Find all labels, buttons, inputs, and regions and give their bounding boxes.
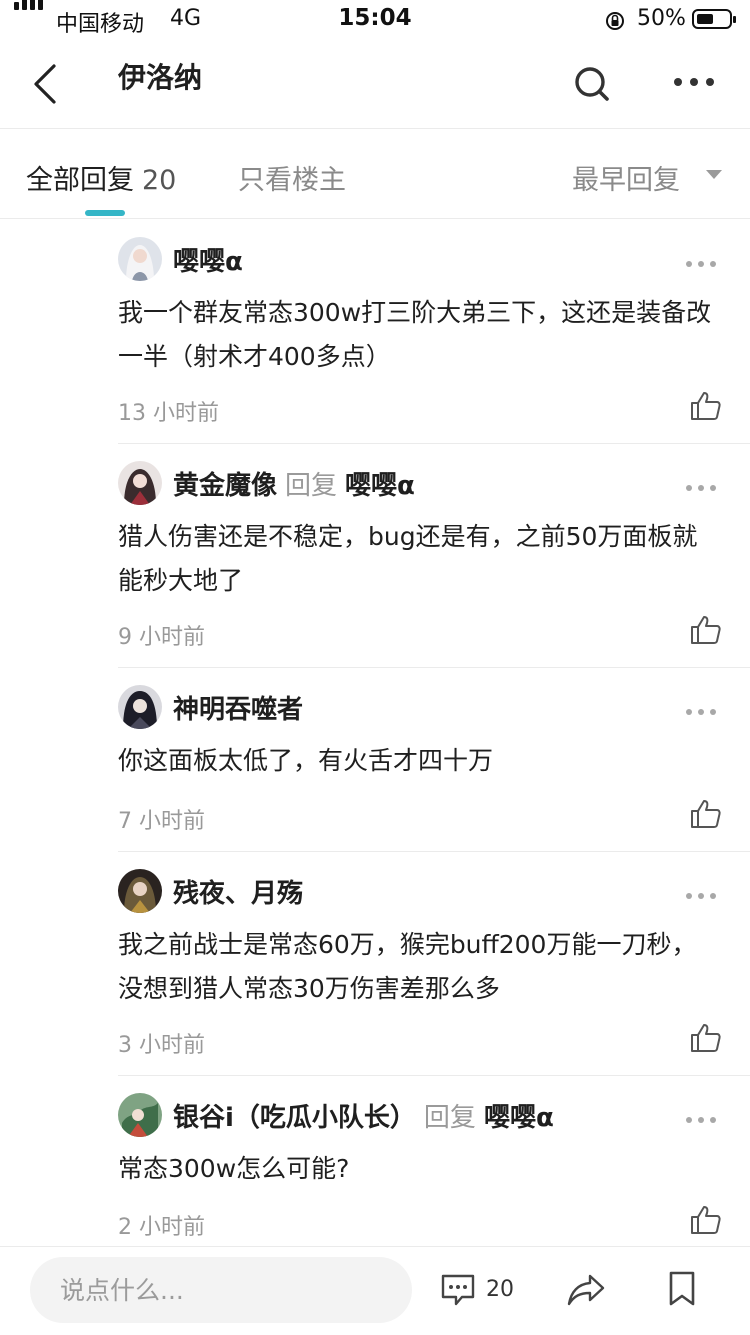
battery-percent: 50% <box>637 6 686 31</box>
more-options-icon[interactable] <box>686 709 716 717</box>
tab-all-label: 全部回复 <box>26 165 134 196</box>
reply-item: 黄金魔像 回复 嘤嘤α 猎人伤害还是不稳定，bug还是有，之前50万面板就能秒大地了… <box>0 443 750 667</box>
thumbs-up-icon[interactable] <box>690 615 722 645</box>
filter-tabs: 全部回复 20 只看楼主 最早回复 <box>0 128 750 219</box>
share-icon[interactable] <box>566 1273 606 1307</box>
search-icon[interactable] <box>572 62 612 106</box>
tab-all-replies[interactable]: 全部回复 20 <box>26 158 176 197</box>
bookmark-icon[interactable] <box>668 1271 696 1307</box>
avatar[interactable] <box>118 461 162 505</box>
username[interactable]: 黄金魔像 回复 嘤嘤α <box>173 465 415 502</box>
comment-icon[interactable] <box>440 1273 476 1307</box>
more-options-icon[interactable] <box>686 893 716 901</box>
divider <box>118 851 750 852</box>
reply-time: 2 小时前 <box>118 1215 205 1240</box>
avatar[interactable] <box>118 685 162 729</box>
tab-active-indicator <box>85 210 125 216</box>
reply-time: 13 小时前 <box>118 401 219 426</box>
orientation-lock-icon <box>606 12 624 30</box>
reply-content: 常态300w怎么可能? <box>118 1154 350 1183</box>
reply-content: 猎人伤害还是不稳定，bug还是有，之前50万面板就能秒大地了 <box>118 522 698 595</box>
more-icon[interactable] <box>672 68 716 96</box>
reply-content: 你这面板太低了，有火舌才四十万 <box>118 746 494 775</box>
divider <box>118 443 750 444</box>
reply-time: 3 小时前 <box>118 1033 205 1058</box>
page-title: 伊洛纳 <box>118 61 203 94</box>
more-options-icon[interactable] <box>686 261 716 269</box>
more-options-icon[interactable] <box>686 1117 716 1125</box>
thumbs-up-icon[interactable] <box>690 1205 722 1235</box>
username[interactable]: 残夜、月殇 <box>173 873 303 910</box>
avatar[interactable] <box>118 869 162 913</box>
reply-target[interactable]: 嘤嘤α <box>345 471 415 501</box>
reply-target[interactable]: 嘤嘤α <box>484 1103 554 1133</box>
reply-item: 银谷i（吃瓜小队长） 回复 嘤嘤α 常态300w怎么可能? 2 小时前 <box>0 1075 750 1246</box>
more-options-icon[interactable] <box>686 485 716 493</box>
tab-op-only[interactable]: 只看楼主 <box>238 158 346 197</box>
username[interactable]: 神明吞噬者 <box>173 689 303 726</box>
avatar[interactable] <box>118 1093 162 1137</box>
divider <box>118 1075 750 1076</box>
tab-all-count: 20 <box>142 165 177 196</box>
nav-header: 伊洛纳 <box>0 40 750 129</box>
divider <box>118 667 750 668</box>
reply-content: 我一个群友常态300w打三阶大弟三下，这还是装备改一半（射术才400多点） <box>118 298 712 371</box>
back-icon[interactable] <box>26 60 66 108</box>
username[interactable]: 银谷i（吃瓜小队长） 回复 嘤嘤α <box>173 1097 554 1134</box>
status-bar: 中国移动 4G 15:04 50% <box>0 0 750 40</box>
reply-item: 残夜、月殇 我之前战士是常态60万，猴完buff200万能一刀秒，没想到猎人常态… <box>0 851 750 1075</box>
reply-time: 9 小时前 <box>118 625 205 650</box>
thumbs-up-icon[interactable] <box>690 1023 722 1053</box>
comment-input[interactable] <box>30 1257 412 1323</box>
battery-icon <box>692 9 736 29</box>
comment-count[interactable]: 20 <box>486 1277 514 1302</box>
avatar[interactable] <box>118 237 162 281</box>
reply-item: 嘤嘤α 我一个群友常态300w打三阶大弟三下，这还是装备改一半（射术才400多点… <box>0 219 750 443</box>
thumbs-up-icon[interactable] <box>690 391 722 421</box>
bottom-bar: 20 <box>0 1246 750 1335</box>
reply-item: 神明吞噬者 你这面板太低了，有火舌才四十万 7 小时前 <box>0 667 750 851</box>
reply-time: 7 小时前 <box>118 809 205 834</box>
thumbs-up-icon[interactable] <box>690 799 722 829</box>
reply-content: 我之前战士是常态60万，猴完buff200万能一刀秒，没想到猎人常态30万伤害差… <box>118 930 697 1003</box>
chevron-down-icon[interactable] <box>706 170 722 179</box>
sort-selector[interactable]: 最早回复 <box>572 158 680 197</box>
username[interactable]: 嘤嘤α <box>173 241 243 278</box>
